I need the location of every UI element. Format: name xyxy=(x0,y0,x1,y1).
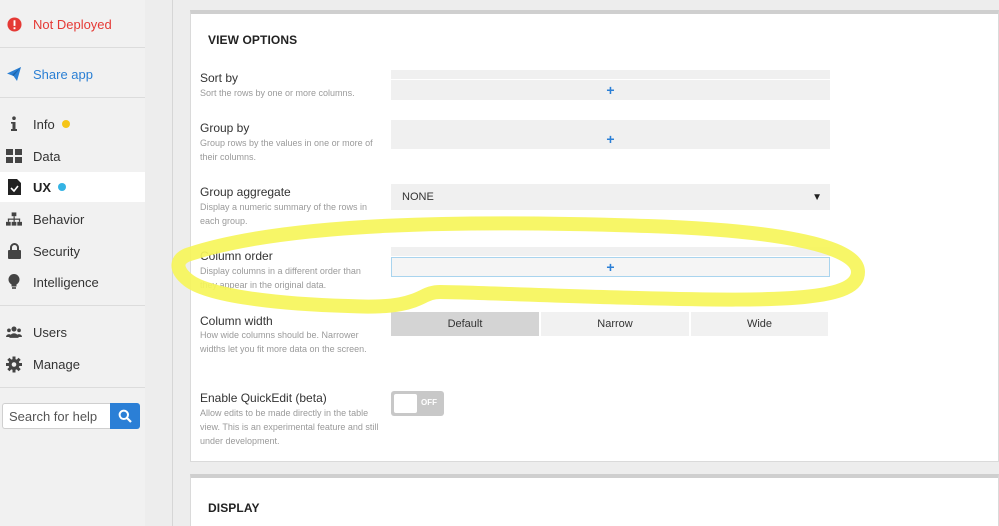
sort-by-list xyxy=(391,70,830,79)
help-search-input[interactable] xyxy=(2,403,110,429)
content-divider xyxy=(172,0,173,526)
quickedit-label: Enable QuickEdit (beta) xyxy=(200,391,327,405)
sidebar-divider xyxy=(0,47,145,48)
column-order-description: Display columns in a different order tha… xyxy=(200,266,361,290)
sidebar: Not Deployed Share app Info Data UX Beha… xyxy=(0,0,145,526)
sidebar-item-intelligence[interactable]: Intelligence xyxy=(0,267,145,297)
group-by-list xyxy=(391,120,830,129)
document-icon xyxy=(6,179,22,195)
toggle-knob xyxy=(394,394,417,413)
lock-icon xyxy=(6,243,22,259)
column-width-description: How wide columns should be. Narrower wid… xyxy=(200,330,367,354)
deploy-status-label: Not Deployed xyxy=(33,16,112,32)
share-app-item[interactable]: Share app xyxy=(0,59,145,89)
sort-by-description: Sort the rows by one or more columns. xyxy=(200,88,355,98)
column-width-narrow-option[interactable]: Narrow xyxy=(541,312,689,336)
display-panel xyxy=(190,474,999,526)
quickedit-description: Allow edits to be made directly in the t… xyxy=(200,408,379,446)
users-icon xyxy=(6,324,22,340)
sidebar-item-security[interactable]: Security xyxy=(0,236,145,266)
sidebar-item-data[interactable]: Data xyxy=(0,141,145,171)
table-grid-icon xyxy=(6,148,22,164)
sidebar-item-label: Info xyxy=(33,116,55,132)
sidebar-divider xyxy=(0,387,145,388)
column-width-wide-option[interactable]: Wide xyxy=(691,312,828,336)
sidebar-item-behavior[interactable]: Behavior xyxy=(0,204,145,234)
sort-by-label: Sort by xyxy=(200,71,239,85)
sidebar-item-label: Data xyxy=(33,148,61,164)
column-order-label: Column order xyxy=(200,249,273,263)
sidebar-item-label: Security xyxy=(33,243,80,259)
sidebar-item-label: Behavior xyxy=(33,211,85,227)
toggle-state-label: OFF xyxy=(421,398,437,407)
column-width-default-option[interactable]: Default xyxy=(391,312,539,336)
column-order-add-button[interactable]: + xyxy=(391,257,830,277)
sidebar-item-ux[interactable]: UX xyxy=(0,172,145,202)
sidebar-divider xyxy=(0,97,145,98)
sidebar-item-info[interactable]: Info xyxy=(0,109,145,139)
lightbulb-icon xyxy=(6,274,22,290)
gear-icon xyxy=(6,356,22,372)
group-by-description: Group rows by the values in one or more … xyxy=(200,138,373,162)
view-options-title: VIEW OPTIONS xyxy=(208,33,298,47)
hierarchy-icon xyxy=(6,211,22,227)
sidebar-item-label: Manage xyxy=(33,356,80,372)
sort-by-add-button[interactable]: + xyxy=(391,80,830,100)
sidebar-divider xyxy=(0,305,145,306)
group-aggregate-label: Group aggregate xyxy=(200,185,291,199)
sidebar-item-label: Intelligence xyxy=(33,274,99,290)
status-dot xyxy=(58,183,67,191)
status-dot xyxy=(61,120,70,128)
sidebar-item-label: UX xyxy=(33,179,52,195)
deploy-status-item[interactable]: Not Deployed xyxy=(0,9,145,39)
display-title: DISPLAY xyxy=(208,501,260,515)
plus-icon: + xyxy=(606,82,615,98)
column-width-label: Column width xyxy=(200,314,273,328)
alert-icon xyxy=(6,16,22,32)
group-aggregate-value: NONE xyxy=(402,191,434,203)
info-icon xyxy=(6,116,22,132)
quickedit-toggle[interactable]: OFF xyxy=(391,391,444,416)
help-search-button[interactable] xyxy=(110,403,140,429)
group-aggregate-description: Display a numeric summary of the rows in… xyxy=(200,202,368,226)
sidebar-item-label: Users xyxy=(33,324,67,340)
group-by-label: Group by xyxy=(200,121,250,135)
group-by-add-button[interactable]: + xyxy=(391,129,830,149)
plus-icon: + xyxy=(606,259,615,275)
plus-icon: + xyxy=(606,131,615,147)
column-order-list xyxy=(391,247,830,256)
sidebar-item-manage[interactable]: Manage xyxy=(0,349,145,379)
caret-down-icon: ▼ xyxy=(812,191,822,203)
paper-plane-icon xyxy=(6,66,22,82)
share-app-label: Share app xyxy=(33,66,93,82)
sidebar-item-users[interactable]: Users xyxy=(0,317,145,347)
group-aggregate-select[interactable]: NONE ▼ xyxy=(391,184,830,210)
search-icon xyxy=(118,409,132,423)
